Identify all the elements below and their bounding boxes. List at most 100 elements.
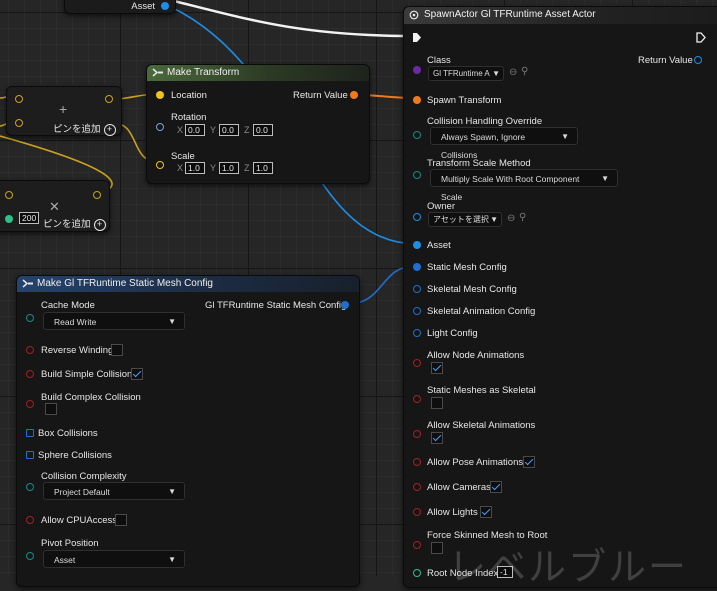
force-skinned-pin[interactable] [413,541,421,549]
scale-method-pin[interactable] [413,171,421,179]
complexity-pin[interactable] [26,483,34,491]
skeletal-anim-config-pin[interactable] [413,307,421,315]
use-selected-icon[interactable]: ⊖ [509,67,517,78]
rotation-y-axis: Y [210,125,217,135]
allow-pose-anim-pin[interactable] [413,458,421,466]
rotation-z-axis: Z [244,125,250,135]
input-pin-a[interactable] [15,95,23,103]
make-transform-header[interactable]: Make Transform [147,65,369,81]
allow-node-anim-pin[interactable] [413,359,421,367]
top-stub-node[interactable]: Asset [64,0,176,14]
reverse-winding-pin[interactable] [26,346,34,354]
build-simple-checkbox[interactable] [131,368,143,380]
rotation-x-field[interactable]: 0.0 [185,124,205,136]
input-pin-b[interactable] [15,119,23,127]
build-complex-pin[interactable] [26,400,34,408]
add-pin-node-1[interactable]: + ピンを追加 + [6,86,122,136]
allow-cpu-checkbox[interactable] [115,514,127,526]
pivot-dropdown[interactable]: Asset ▼ [43,550,185,568]
collision-override-pin[interactable] [413,131,421,139]
node-title: Make Transform [167,67,240,78]
cache-mode-pin[interactable] [26,314,34,322]
collision-override-dropdown[interactable]: Always Spawn, Ignore Collisions ▼ [430,127,578,160]
force-skinned-checkbox[interactable] [431,542,443,554]
build-complex-checkbox[interactable] [45,403,57,415]
add-pin-button[interactable]: ピンを追加 + [43,216,106,231]
cache-mode-label: Cache Mode [41,300,95,311]
chevron-down-icon: ▼ [168,487,176,496]
class-pin[interactable] [413,66,421,74]
spawn-actor-node[interactable]: SpawnActor Gl TFRuntime Asset Actor Clas… [403,6,717,588]
pivot-pin[interactable] [26,552,34,560]
make-config-node[interactable]: Make Gl TFRuntime Static Mesh Config Gl … [16,275,360,587]
return-value-pin[interactable] [694,56,702,64]
exec-input-pin[interactable] [412,32,422,43]
owner-pin[interactable] [413,213,421,221]
spawn-transform-label: Spawn Transform [427,95,502,106]
build-simple-pin[interactable] [26,370,34,378]
allow-skeletal-anim-label: Allow Skeletal Animations [427,420,536,431]
rotation-z-field[interactable]: 0.0 [253,124,273,136]
skeletal-mesh-config-pin[interactable] [413,285,421,293]
return-value-label: Return Value [638,55,693,66]
rotation-pin[interactable] [156,123,164,131]
scale-y-field[interactable]: 1.0 [219,162,239,174]
input-pin-a[interactable] [5,191,13,199]
cache-mode-dropdown[interactable]: Read Write ▼ [43,312,185,330]
allow-cameras-checkbox[interactable] [490,481,502,493]
scale-method-dropdown[interactable]: Multiply Scale With Root Component Scale… [430,169,618,202]
config-output-pin[interactable] [341,301,349,309]
chevron-down-icon: ▼ [490,215,498,224]
box-collisions-label: Box Collisions [38,428,98,439]
scale-pin[interactable] [156,161,164,169]
location-pin[interactable] [156,91,164,99]
allow-lights-pin[interactable] [413,508,421,516]
allow-cpu-pin[interactable] [26,516,34,524]
output-pin[interactable] [93,191,101,199]
class-dropdown[interactable]: Gl TFRuntime A ▼ [428,66,504,81]
owner-dropdown[interactable]: アセットを選択 ▼ [428,212,502,227]
allow-skeletal-anim-pin[interactable] [413,430,421,438]
rotation-y-field[interactable]: 0.0 [219,124,239,136]
collision-override-label: Collision Handling Override [427,116,543,127]
value-field[interactable]: 200 [19,212,39,224]
spawn-transform-pin[interactable] [413,96,421,104]
input-pin-b[interactable] [5,215,13,223]
allow-node-anim-label: Allow Node Animations [427,350,525,361]
allow-cpu-label: Allow CPUAccess [41,515,118,526]
scale-y-axis: Y [210,163,217,173]
reverse-winding-checkbox[interactable] [111,344,123,356]
chevron-down-icon: ▼ [168,555,176,564]
scale-method-label: Transform Scale Method [427,158,531,169]
spawn-actor-header[interactable]: SpawnActor Gl TFRuntime Asset Actor [404,7,717,24]
allow-node-anim-checkbox[interactable] [431,362,443,374]
allow-skeletal-anim-checkbox[interactable] [431,432,443,444]
make-transform-node[interactable]: Make Transform Location Return Value Rot… [146,64,370,184]
add-pin-node-2[interactable]: ✕ 200 ピンを追加 + [0,180,110,232]
location-label: Location [171,90,207,101]
asset-output-pin[interactable] [161,2,169,10]
scale-z-field[interactable]: 1.0 [253,162,273,174]
use-selected-icon[interactable]: ⊖ [507,213,515,224]
box-collisions-pin[interactable] [26,429,34,437]
add-pin-button[interactable]: ピンを追加 + [53,121,116,136]
scale-x-field[interactable]: 1.0 [185,162,205,174]
exec-output-pin[interactable] [696,32,706,43]
output-pin[interactable] [105,95,113,103]
make-config-header[interactable]: Make Gl TFRuntime Static Mesh Config [17,276,359,292]
asset-pin[interactable] [413,241,421,249]
browse-icon[interactable]: ⚲ [519,212,526,223]
static-as-skeletal-checkbox[interactable] [431,397,443,409]
static-as-skeletal-pin[interactable] [413,395,421,403]
light-config-pin[interactable] [413,329,421,337]
browse-icon[interactable]: ⚲ [521,66,528,77]
return-value-pin[interactable] [350,91,358,99]
sphere-collisions-pin[interactable] [26,451,34,459]
allow-pose-anim-checkbox[interactable] [523,456,535,468]
static-mesh-config-pin[interactable] [413,263,421,271]
build-complex-label: Build Complex Collision [41,392,141,403]
node-title: Make Gl TFRuntime Static Mesh Config [37,278,213,289]
allow-lights-checkbox[interactable] [480,506,492,518]
allow-cameras-pin[interactable] [413,483,421,491]
complexity-dropdown[interactable]: Project Default ▼ [43,482,185,500]
